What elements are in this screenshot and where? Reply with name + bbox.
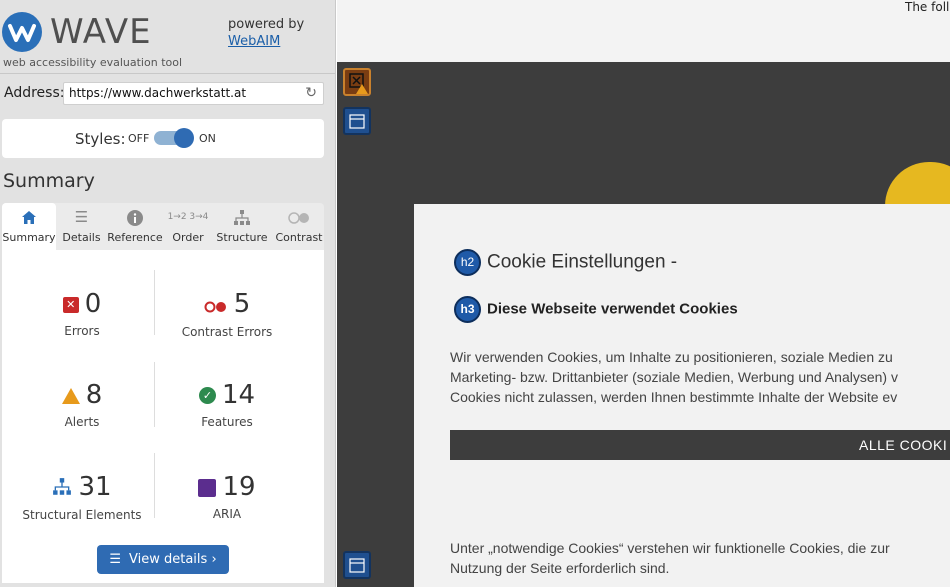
- cookie-heading: h2 Cookie Einstellungen -: [454, 249, 677, 276]
- features-stat[interactable]: ✓ 14 Features: [152, 379, 302, 429]
- cookie-description-line: Cookies nicht zulassen, werden Ihnen bes…: [450, 389, 898, 405]
- styles-toggle[interactable]: [154, 128, 194, 148]
- wave-aria-annotation-icon[interactable]: [343, 551, 371, 579]
- alerts-label: Alerts: [64, 415, 100, 429]
- toggle-knob: [174, 128, 194, 148]
- view-details-button[interactable]: ☰ View details ›: [97, 545, 229, 574]
- necessary-cookies-line: Nutzung der Seite erforderlich sind.: [450, 560, 670, 576]
- divider: [0, 73, 336, 74]
- structure-icon: [52, 472, 72, 504]
- cookie-subheading-text: Diese Webseite verwendet Cookies: [487, 300, 738, 318]
- aria-stat[interactable]: 19 ARIA: [152, 471, 302, 521]
- alerts-stat[interactable]: 8 Alerts: [7, 379, 157, 429]
- contrast-icon: [274, 203, 324, 231]
- structure-icon: [212, 203, 272, 231]
- features-count: 14: [221, 380, 256, 410]
- features-label: Features: [201, 415, 253, 429]
- summary-panel: ✕ 0 Errors 5 Contrast Errors 8 Alerts ✓ 14…: [2, 250, 324, 583]
- wave-sidebar: WAVE web accessibility evaluation tool p…: [0, 0, 336, 587]
- tab-contrast[interactable]: Contrast: [274, 203, 324, 250]
- errors-count: 0: [84, 289, 102, 319]
- structural-count: 31: [78, 472, 112, 502]
- cookie-heading-text: Cookie Einstellungen -: [487, 251, 678, 273]
- tab-details[interactable]: ☰ Details: [59, 203, 104, 250]
- tab-reference[interactable]: Reference: [106, 203, 164, 250]
- list-icon: ☰: [74, 208, 89, 226]
- view-details-label: View details ›: [129, 552, 217, 567]
- list-icon: ☰: [109, 552, 122, 567]
- errors-stat[interactable]: ✕ 0 Errors: [7, 288, 157, 338]
- errors-label: Errors: [64, 324, 100, 338]
- necessary-cookies-line: Unter „notwendige Cookies“ verstehen wir…: [450, 540, 890, 556]
- powered-by: powered by WebAIM: [228, 16, 304, 50]
- styles-panel: Styles: OFF ON: [2, 119, 324, 158]
- logo-text: WAVE: [50, 12, 152, 52]
- alert-icon: [61, 387, 80, 404]
- cookie-subheading: h3 Diese Webseite verwendet Cookies: [454, 296, 738, 323]
- cookie-description-line: Wir verwenden Cookies, um Inhalte zu pos…: [450, 349, 893, 365]
- h3-badge-icon[interactable]: h3: [454, 296, 481, 323]
- order-icon: 1→2 3→4: [167, 212, 209, 222]
- wave-aria-annotation-icon[interactable]: [343, 107, 371, 135]
- wave-logo-icon: [2, 12, 42, 52]
- tagline: web accessibility evaluation tool: [3, 56, 183, 69]
- styles-off-label: OFF: [128, 132, 150, 145]
- contrast-error-icon: [204, 289, 228, 321]
- address-label: Address:: [4, 85, 65, 101]
- webaim-link[interactable]: WebAIM: [228, 33, 304, 50]
- structural-stat[interactable]: 31 Structural Elements: [7, 471, 157, 522]
- styles-on-label: ON: [199, 132, 216, 145]
- powered-by-text: powered by: [228, 17, 305, 32]
- necessary-cookies-text: Unter „notwendige Cookies“ verstehen wir…: [450, 538, 890, 578]
- home-icon: [2, 203, 56, 231]
- address-value: https://www.dachwerkstatt.at: [69, 86, 247, 100]
- reload-icon[interactable]: ↻: [305, 83, 317, 104]
- accept-all-label: ALLE COOKI: [859, 437, 948, 453]
- tab-summary[interactable]: Summary: [2, 203, 56, 250]
- aria-count: 19: [222, 472, 256, 502]
- cookie-dialog: h2 Cookie Einstellungen - h3 Diese Webseit…: [414, 204, 950, 587]
- aria-icon: [198, 478, 217, 497]
- accept-all-cookies-button[interactable]: ALLE COOKI: [450, 430, 950, 460]
- styles-label: Styles:: [75, 130, 126, 148]
- tab-order[interactable]: 1→2 3→4 Order: [167, 203, 209, 250]
- alerts-count: 8: [85, 380, 103, 410]
- cookie-description: Wir verwenden Cookies, um Inhalte zu pos…: [450, 347, 950, 407]
- cookie-description-line: Marketing- bzw. Drittanbieter (soziale M…: [450, 369, 898, 385]
- contrast-errors-stat[interactable]: 5 Contrast Errors: [152, 288, 302, 339]
- tab-structure[interactable]: Structure: [212, 203, 272, 250]
- info-icon: [106, 203, 164, 231]
- page-top-text: The foll: [905, 0, 950, 14]
- error-icon: ✕: [62, 296, 79, 313]
- contrast-errors-label: Contrast Errors: [181, 324, 273, 339]
- h2-badge-icon[interactable]: h2: [454, 249, 481, 276]
- feature-icon: ✓: [198, 387, 216, 404]
- page-top-area: The foll: [337, 0, 950, 62]
- wave-error-annotation-icon[interactable]: [343, 68, 371, 96]
- aria-label: ARIA: [212, 507, 242, 521]
- evaluated-page: The foll h2 Cookie Einstellungen - h3 Dies…: [337, 0, 950, 587]
- panel-tabs: Summary ☰ Details Reference 1→2 3→4 Orde…: [2, 203, 324, 250]
- wave-app: WAVE web accessibility evaluation tool p…: [0, 0, 950, 587]
- contrast-errors-count: 5: [233, 289, 251, 319]
- structural-label: Structural Elements: [22, 507, 142, 522]
- logo-image: [885, 162, 950, 206]
- address-input[interactable]: https://www.dachwerkstatt.at ↻: [63, 82, 324, 105]
- summary-heading: Summary: [3, 170, 95, 192]
